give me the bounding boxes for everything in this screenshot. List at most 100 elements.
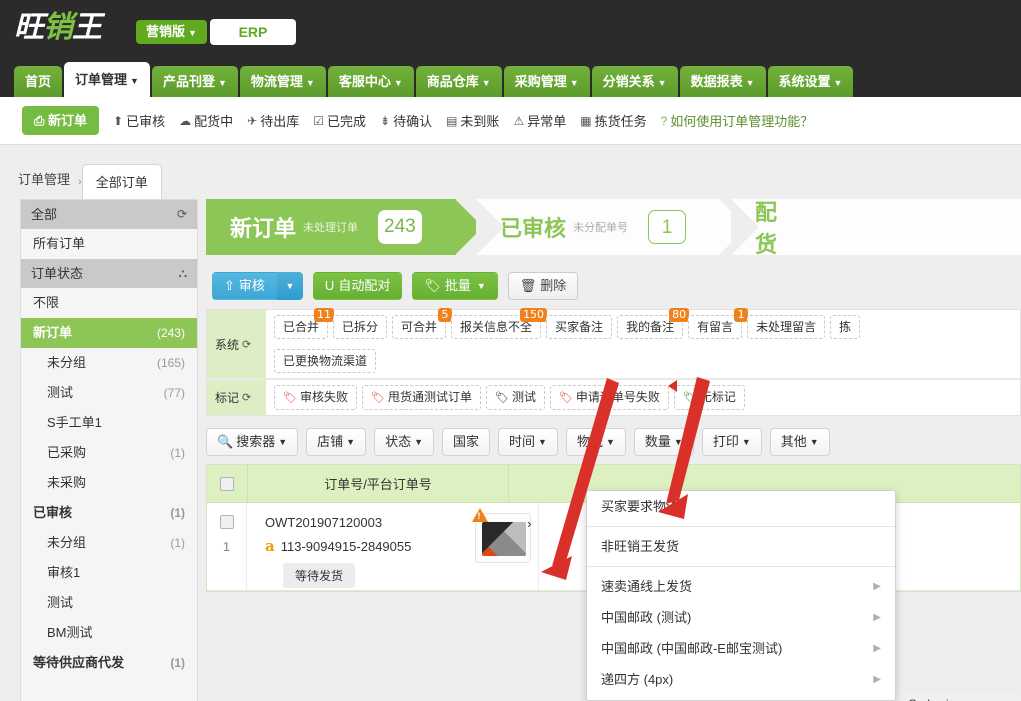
review-dropdown-toggle[interactable]: ▼ <box>276 272 303 300</box>
subnav-item-pending-confirm[interactable]: ⇟ 待确认 <box>380 111 432 130</box>
tag-split[interactable]: 已拆分 <box>333 315 388 339</box>
breadcrumb-root[interactable]: 订单管理 <box>10 169 78 199</box>
filter-country[interactable]: 国家 <box>442 428 491 456</box>
tag-changed-logistics-channel[interactable]: 已更换物流渠道 <box>274 349 377 373</box>
tag-has-message[interactable]: 有留言 1 <box>688 308 749 339</box>
hierarchy-icon[interactable]: ⛬ <box>179 259 187 288</box>
nav-tab-home[interactable]: 首页 <box>14 66 63 97</box>
sidebar-item-review-1[interactable]: 审核1 <box>21 558 197 588</box>
sidebar-item-purchased[interactable]: 已采购 (1) <box>21 438 197 468</box>
dropdown-item-non-wangxiaowang-shipping[interactable]: 非旺销王发货 <box>587 531 895 562</box>
filter-status[interactable]: 状态 ▼ <box>374 428 434 456</box>
refresh-icon[interactable]: ⟳ <box>242 391 251 404</box>
platform-order-number[interactable]: 113-9094915-2849055 <box>281 539 412 554</box>
sidebar-item-unlimited[interactable]: 不限 <box>21 288 197 318</box>
batch-button[interactable]: 🏷 批量 ▼ <box>412 272 498 300</box>
erp-button[interactable]: ERP <box>210 19 296 45</box>
order-number[interactable]: OWT201907120003 <box>265 515 467 530</box>
help-link[interactable]: ? 如何使用订单管理功能？ <box>661 111 814 130</box>
nav-tab-warehouse[interactable]: 商品仓库 ▼ <box>415 66 502 97</box>
mark-review-failed[interactable]: 🏷 审核失败 <box>274 385 357 410</box>
filter-shop[interactable]: 店铺 ▼ <box>306 428 367 456</box>
filter-quantity[interactable]: 数量 ▼ <box>633 428 694 456</box>
sidebar-item-awaiting-supplier-dropship[interactable]: 等待供应商代发 (1) <box>21 648 197 678</box>
nav-tab-order-management[interactable]: 订单管理 ▼ <box>64 62 150 97</box>
mark-waybill-request-failed[interactable]: 🏷 申请运单号失败 <box>549 385 669 410</box>
sidebar-item-bm-test[interactable]: BM测试 <box>21 618 197 648</box>
tag-merged[interactable]: 已合并 11 <box>274 308 335 339</box>
auto-match-button[interactable]: U 自动配对 <box>312 272 403 300</box>
subnav-item-completed[interactable]: ☑ 已完成 <box>313 111 366 130</box>
filter-searcher[interactable]: 🔍 搜索器 ▼ <box>206 428 299 456</box>
sidebar-item-reviewed[interactable]: 已审核 (1) <box>21 498 197 528</box>
filter-logistics[interactable]: 物流 ▼ <box>565 428 626 456</box>
refresh-icon[interactable]: ⟳ <box>177 200 187 229</box>
dropdown-item-buyer-requested-logistics[interactable]: 买家要求物流 <box>587 491 895 522</box>
sidebar-item-test-reviewed[interactable]: 测试 <box>21 588 197 618</box>
tag-picking[interactable]: 拣 <box>830 315 861 339</box>
chevron-right-icon: ▶ <box>873 612 881 623</box>
order-status-flow: 新订单 未处理订单 243 已审核 未分配单号 1 配货 <box>206 199 1021 261</box>
row-number: 1 <box>222 539 231 554</box>
nav-tab-product-listing[interactable]: 产品刊登 ▼ <box>151 66 238 97</box>
nav-tab-settings[interactable]: 系统设置 ▼ <box>767 66 854 97</box>
nav-tab-purchasing[interactable]: 采购管理 ▼ <box>503 66 590 97</box>
dropdown-item-4px-7777[interactable]: 递四方 (7777)▶ <box>587 695 895 700</box>
sidebar-item-new-orders[interactable]: 新订单 (243) <box>21 318 197 348</box>
dropdown-item-china-post-test[interactable]: 中国邮政 (测试) ▶ <box>587 602 895 633</box>
subnav-item-unpaid[interactable]: ▤ 未到账 <box>446 111 499 130</box>
tag-incomplete-customs-info[interactable]: 报关信息不全 150 <box>451 308 548 339</box>
sidebar-item-ungrouped-reviewed[interactable]: 未分组 (1) <box>21 528 197 558</box>
sidebar-item-test-new[interactable]: 测试 (77) <box>21 378 197 408</box>
subnav-item-picking[interactable]: ☁ 配货中 <box>179 111 233 130</box>
subnav-item-picking-task[interactable]: ▦ 拣货任务 <box>580 111 646 130</box>
sidebar-item-all-orders[interactable]: 所有订单 <box>21 229 197 259</box>
sidebar-item-ungrouped-new[interactable]: 未分组 (165) <box>21 348 197 378</box>
subnav-item-exception[interactable]: ⚠ 异常单 <box>513 111 566 130</box>
arrow-down-icon: ⇟ <box>380 113 391 128</box>
chevron-right-icon[interactable]: › <box>527 516 531 531</box>
product-thumbnail[interactable]: › <box>471 508 532 563</box>
review-button[interactable]: ⇧ 审核 <box>212 272 277 300</box>
refresh-icon[interactable]: ⟳ <box>242 338 251 351</box>
dropdown-item-aliexpress-online-shipping[interactable]: 速卖通线上发货 ▶ <box>587 571 895 602</box>
nav-tab-reports[interactable]: 数据报表 ▼ <box>679 66 766 97</box>
sidebar-item-manual-order-1[interactable]: S手工单1 <box>21 408 197 438</box>
filter-other[interactable]: 其他 ▼ <box>769 428 830 456</box>
edition-selector-button[interactable]: 营销版 ▼ <box>136 20 207 44</box>
tag-icon: 🏷 <box>370 392 385 404</box>
tag-buyer-note[interactable]: 买家备注 <box>546 315 613 339</box>
tag-icon: 🏷 <box>558 392 573 404</box>
nav-tab-customer-service[interactable]: 客服中心 ▼ <box>327 66 414 97</box>
filter-time[interactable]: 时间 ▼ <box>498 428 558 456</box>
app-logo[interactable]: 旺销王 <box>14 8 126 48</box>
new-order-button[interactable]: ⎙ 新订单 <box>22 106 100 135</box>
sidebar-group-all-label: 全部 <box>31 207 58 222</box>
tag-my-note[interactable]: 我的备注 80 <box>617 308 690 339</box>
dropdown-item-china-post-epacket-test[interactable]: 中国邮政 (中国邮政-E邮宝测试) ▶ <box>587 633 895 664</box>
mark-shuaihuotong-test-order[interactable]: 🏷 甩货通测试订单 <box>361 385 481 410</box>
mark-no-mark[interactable]: 🏷 无标记 <box>673 385 745 410</box>
subnav-item-reviewed[interactable]: ⬆ 已审核 <box>113 111 165 130</box>
flow-step-reviewed[interactable]: 已审核 未分配单号 1 <box>476 199 748 255</box>
tag-mergeable[interactable]: 可合并 5 <box>392 308 453 339</box>
dropdown-item-4px[interactable]: 递四方 (4px) ▶ <box>587 664 895 695</box>
tag-filter-system-head: 系统 ⟳ <box>207 310 266 378</box>
row-checkbox[interactable] <box>219 515 234 529</box>
breadcrumb: 订单管理 › 全部订单 <box>10 159 162 199</box>
chevron-down-icon: ▼ <box>809 437 819 447</box>
filter-print[interactable]: 打印 ▼ <box>701 428 762 456</box>
select-all-checkbox[interactable] <box>220 476 234 491</box>
chevron-down-icon: ▼ <box>657 78 667 88</box>
breadcrumb-tab-all-orders[interactable]: 全部订单 <box>81 164 162 199</box>
row-product-image-cell: › <box>467 503 539 590</box>
subnav-item-pending-shipment[interactable]: ✈ 待出库 <box>247 111 299 130</box>
tag-unhandled-message[interactable]: 未处理留言 <box>747 315 826 339</box>
flow-step-picking[interactable]: 配货 <box>731 199 1021 257</box>
sidebar-item-not-purchased[interactable]: 未采购 <box>21 468 197 498</box>
flow-step-new-orders[interactable]: 新订单 未处理订单 243 <box>206 199 483 255</box>
mark-test[interactable]: 🏷 测试 <box>485 385 545 410</box>
delete-button[interactable]: 🗑 删除 <box>507 272 579 300</box>
nav-tab-distribution[interactable]: 分销关系 ▼ <box>591 66 678 97</box>
nav-tab-logistics[interactable]: 物流管理 ▼ <box>239 66 326 97</box>
